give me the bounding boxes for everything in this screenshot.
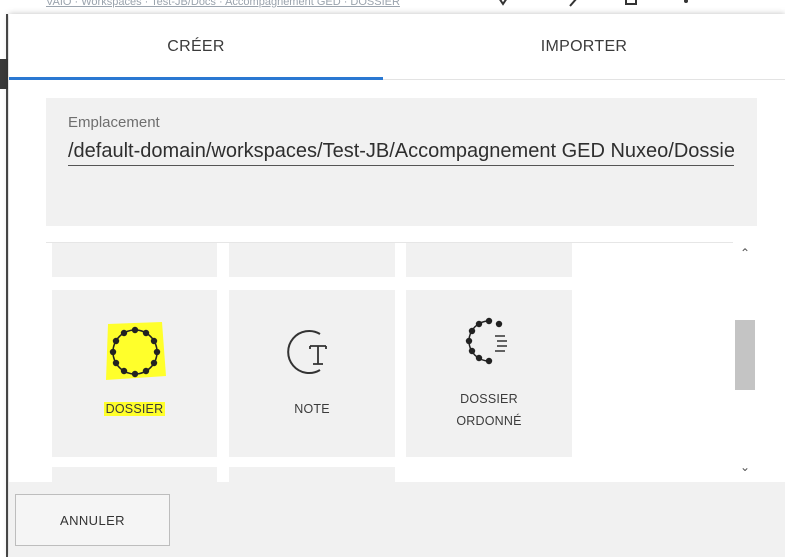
background-breadcrumb: VAIO · Workspaces · Test-JB/Docs · Accom… — [46, 0, 400, 8]
note-t-icon — [287, 330, 327, 374]
type-label-folder: DOSSIER — [103, 402, 166, 416]
background-app-header: VAIO · Workspaces · Test-JB/Docs · Accom… — [0, 0, 785, 14]
type-label-note: NOTE — [294, 402, 330, 416]
type-tile-partial[interactable] — [229, 467, 395, 482]
create-document-dialog: CRÉER IMPORTER Emplacement /default-doma… — [9, 14, 785, 557]
scroll-down-icon[interactable]: ⌄ — [733, 460, 757, 478]
type-tile-partial[interactable] — [52, 243, 217, 277]
type-label-ordered-folder-line1: DOSSIER — [460, 392, 518, 406]
scroll-thumb[interactable] — [735, 320, 755, 390]
ordered-folder-icon — [465, 317, 507, 365]
grid-scrollbar[interactable]: ⌃ ⌄ — [733, 242, 757, 482]
folder-dots-icon — [106, 322, 166, 380]
type-tile-folder[interactable]: DOSSIER — [52, 290, 217, 457]
tab-import[interactable]: IMPORTER — [383, 14, 785, 80]
cancel-button[interactable]: ANNULER — [15, 494, 170, 546]
scroll-up-icon[interactable]: ⌃ — [733, 246, 757, 264]
location-label: Emplacement — [68, 114, 160, 131]
active-tab-indicator — [9, 77, 383, 80]
type-tile-ordered-folder[interactable]: DOSSIER ORDONNÉ — [406, 290, 572, 457]
dialog-tabs: CRÉER IMPORTER — [9, 14, 785, 80]
document-type-grid: DOSSIER NOTE DOSSIER ORDONNÉ — [46, 242, 757, 482]
type-tile-partial[interactable] — [52, 467, 217, 482]
background-dot-icon — [684, 0, 688, 3]
location-field[interactable]: /default-domain/workspaces/Test-JB/Accom… — [68, 140, 734, 166]
background-box-icon — [625, 0, 637, 5]
background-left-edge — [0, 14, 8, 557]
dialog-footer: ANNULER — [9, 482, 785, 557]
tab-create[interactable]: CRÉER — [9, 14, 383, 80]
type-label-ordered-folder-line2: ORDONNÉ — [456, 414, 522, 428]
type-tile-partial[interactable] — [229, 243, 395, 277]
background-edit-icon — [569, 0, 577, 7]
type-tile-note[interactable]: NOTE — [229, 290, 395, 457]
type-tile-partial[interactable] — [406, 243, 572, 277]
background-arrow-icon — [499, 0, 507, 6]
location-panel: Emplacement /default-domain/workspaces/T… — [46, 98, 757, 226]
